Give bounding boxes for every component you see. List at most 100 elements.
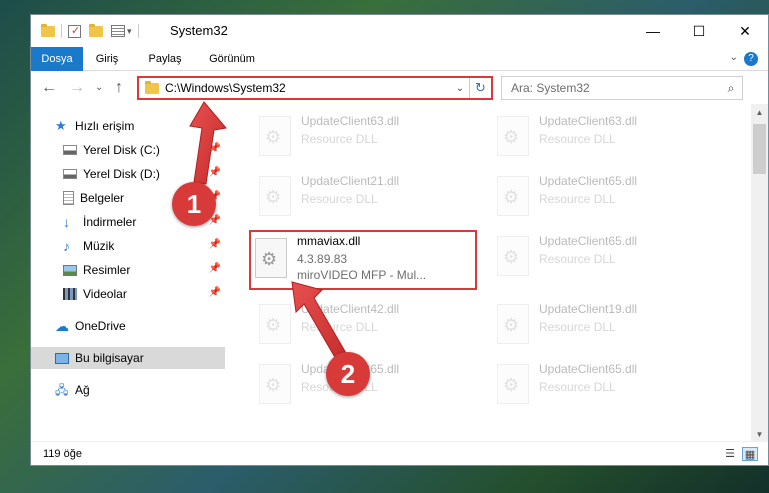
explorer-window: ✓ ▾ System32 — ☐ ✕ Dosya Giriş Paylaş Gö… bbox=[30, 14, 769, 466]
expand-ribbon-icon[interactable]: ⌄ bbox=[730, 52, 738, 63]
sidebar-item-label: İndirmeler bbox=[83, 215, 137, 229]
dll-file-icon bbox=[497, 116, 529, 156]
sidebar-item-onedrive[interactable]: ☁ OneDrive bbox=[31, 315, 225, 337]
sidebar-item-this-pc[interactable]: Bu bilgisayar bbox=[31, 347, 225, 369]
tab-view[interactable]: Görünüm bbox=[197, 47, 267, 71]
computer-icon bbox=[55, 352, 69, 364]
dll-file-icon bbox=[259, 116, 291, 156]
address-bar[interactable]: C:\Windows\System32 ⌄ ↻ bbox=[137, 76, 493, 100]
new-folder-icon[interactable] bbox=[89, 23, 103, 37]
sidebar-item-label: Resimler bbox=[83, 263, 131, 277]
dll-file-icon bbox=[497, 176, 529, 216]
forward-button[interactable]: → bbox=[69, 78, 85, 98]
list-item[interactable]: UpdateClient42.dll Resource DLL bbox=[253, 298, 473, 352]
list-item[interactable]: UpdateClient65.dll Resource DLL bbox=[491, 170, 711, 224]
properties-icon[interactable]: ✓ bbox=[68, 24, 81, 38]
pin-icon: 📌 bbox=[208, 239, 221, 250]
dll-file-icon bbox=[259, 304, 291, 344]
maximize-button[interactable]: ☐ bbox=[676, 15, 722, 47]
file-description: Resource DLL bbox=[301, 132, 378, 146]
file-name: UpdateClient65.dll bbox=[539, 362, 638, 376]
large-icons-view-icon[interactable]: ▦ bbox=[742, 447, 758, 461]
list-item-target-dll[interactable]: mmaviax.dll 4.3.89.83 miroVIDEO MFP - Mu… bbox=[249, 230, 477, 290]
sidebar-item-label: OneDrive bbox=[75, 319, 126, 333]
file-name: UpdateClient42.dll bbox=[301, 302, 400, 316]
close-button[interactable]: ✕ bbox=[722, 15, 768, 47]
file-description: Resource DLL bbox=[539, 320, 616, 334]
list-item[interactable]: UpdateClient65.dll Resource DLL bbox=[491, 358, 711, 412]
search-box[interactable]: Ara: System32 ⌕ bbox=[501, 76, 743, 100]
callout-badge-2: 2 bbox=[326, 352, 370, 396]
details-view-icon[interactable]: ☰ bbox=[722, 447, 738, 461]
scroll-up-icon[interactable]: ▲ bbox=[751, 104, 768, 121]
dll-file-icon bbox=[255, 238, 287, 278]
help-icon[interactable]: ? bbox=[744, 52, 758, 66]
minimize-button[interactable]: — bbox=[630, 15, 676, 47]
scroll-thumb[interactable] bbox=[753, 124, 766, 174]
star-icon: ★ bbox=[55, 118, 67, 133]
pin-icon: 📌 bbox=[208, 143, 221, 154]
drive-icon bbox=[63, 169, 77, 179]
pin-icon: 📌 bbox=[208, 263, 221, 274]
list-item[interactable]: UpdateClient65.dll Resource DLL bbox=[491, 230, 711, 284]
sidebar-item-label: Hızlı erişim bbox=[75, 119, 135, 133]
file-name: UpdateClient63.dll bbox=[301, 114, 400, 128]
picture-icon bbox=[63, 264, 77, 276]
pin-icon: 📌 bbox=[208, 287, 221, 298]
sidebar-item-music[interactable]: ♪ Müzik 📌 bbox=[31, 235, 225, 257]
view-options-icon[interactable] bbox=[111, 25, 125, 37]
quick-access-toolbar: ✓ ▾ bbox=[41, 23, 145, 39]
customize-toolbar-dropdown-icon[interactable]: ▾ bbox=[127, 26, 132, 37]
tab-share[interactable]: Paylaş bbox=[135, 47, 195, 71]
sidebar-item-quick-access[interactable]: ★ Hızlı erişim bbox=[31, 115, 225, 137]
dll-file-icon bbox=[259, 364, 291, 404]
file-version: 4.3.89.83 bbox=[297, 252, 348, 266]
list-item[interactable]: UpdateClient63.dll Resource DLL bbox=[491, 110, 711, 164]
list-item[interactable]: UpdateClient21.dll Resource DLL bbox=[253, 170, 473, 224]
tab-home[interactable]: Giriş bbox=[83, 47, 131, 71]
recent-locations-button[interactable]: ⌄ bbox=[95, 78, 103, 98]
window-title: System32 bbox=[170, 23, 228, 38]
address-path[interactable]: C:\Windows\System32 bbox=[165, 81, 451, 95]
title-bar: ✓ ▾ System32 — ☐ ✕ bbox=[31, 15, 768, 47]
sidebar-item-network[interactable]: 🖧 Ağ bbox=[31, 379, 225, 401]
search-icon[interactable]: ⌕ bbox=[720, 81, 742, 96]
sidebar-item-label: Yerel Disk (D:) bbox=[83, 167, 160, 181]
search-input[interactable]: Ara: System32 bbox=[511, 81, 720, 95]
dll-file-icon bbox=[497, 236, 529, 276]
toolbar-divider bbox=[61, 24, 62, 38]
navigation-bar: ← → ⌄ ↑ C:\Windows\System32 ⌄ ↻ Ara: Sys… bbox=[31, 72, 768, 104]
file-description: Resource DLL bbox=[301, 192, 378, 206]
sidebar-item-label: Yerel Disk (C:) bbox=[83, 143, 160, 157]
sidebar-item-local-disk-c[interactable]: Yerel Disk (C:) 📌 bbox=[31, 139, 225, 161]
file-name: UpdateClient65.dll bbox=[539, 234, 638, 248]
file-name: UpdateClient19.dll bbox=[539, 302, 638, 316]
pin-icon: 📌 bbox=[208, 167, 221, 178]
sidebar-item-label: Müzik bbox=[83, 239, 115, 253]
document-icon bbox=[63, 191, 74, 205]
up-button[interactable]: ↑ bbox=[115, 78, 123, 98]
sidebar-item-label: Belgeler bbox=[80, 191, 125, 205]
sidebar-item-label: Bu bilgisayar bbox=[75, 351, 144, 365]
refresh-button[interactable]: ↻ bbox=[469, 78, 491, 98]
file-description: Resource DLL bbox=[539, 132, 616, 146]
video-icon bbox=[63, 288, 77, 300]
list-item[interactable]: UpdateClient19.dll Resource DLL bbox=[491, 298, 711, 352]
download-icon: ↓ bbox=[63, 214, 70, 230]
sidebar-item-label: Videolar bbox=[83, 287, 127, 301]
sidebar-item-pictures[interactable]: Resimler 📌 bbox=[31, 259, 225, 281]
back-button[interactable]: ← bbox=[41, 78, 57, 98]
file-name: UpdateClient65.dll bbox=[539, 174, 638, 188]
tab-file[interactable]: Dosya bbox=[31, 47, 83, 71]
status-bar: 119 öğe ☰ ▦ bbox=[31, 441, 768, 465]
toolbar-divider bbox=[137, 24, 139, 38]
music-icon: ♪ bbox=[63, 238, 70, 254]
vertical-scrollbar[interactable]: ▲ ▼ bbox=[751, 104, 768, 443]
sidebar-item-videos[interactable]: Videolar 📌 bbox=[31, 283, 225, 305]
callout-badge-1: 1 bbox=[172, 182, 216, 226]
list-item[interactable]: UpdateClient63.dll Resource DLL bbox=[253, 110, 473, 164]
file-description: Resource DLL bbox=[539, 380, 616, 394]
dll-file-icon bbox=[497, 364, 529, 404]
ribbon-tabs: Dosya Giriş Paylaş Görünüm ⌄ ? bbox=[31, 47, 768, 71]
address-dropdown-icon[interactable]: ⌄ bbox=[451, 83, 469, 94]
